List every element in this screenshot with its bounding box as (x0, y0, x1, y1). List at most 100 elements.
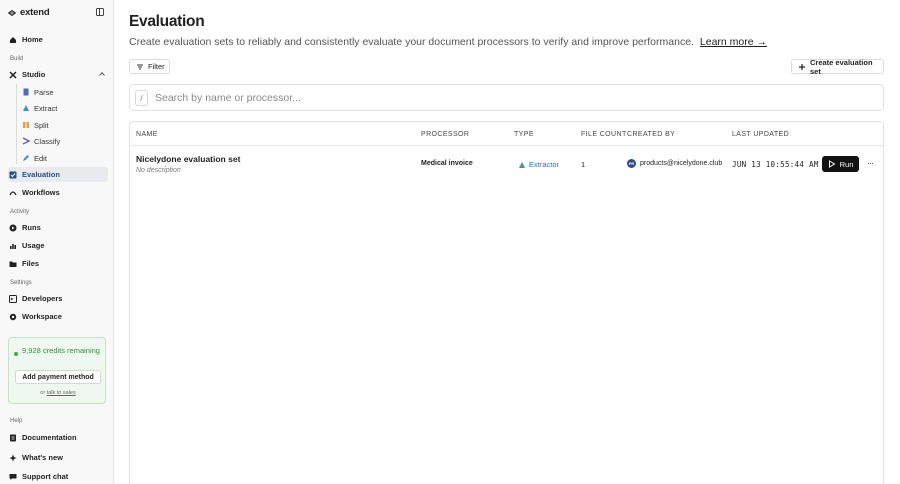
add-payment-method-button[interactable]: Add payment method (15, 370, 101, 384)
studio-item-edit[interactable]: Edit (22, 152, 47, 164)
split-icon (23, 122, 29, 128)
play-icon (828, 160, 836, 168)
row-creator-email: products@nicelydone.club (640, 160, 723, 167)
studio-icon (9, 70, 17, 79)
column-header-processor[interactable]: PROCESSOR (421, 131, 469, 138)
nav-studio-label: Studio (22, 70, 46, 79)
studio-item-label: Classify (34, 136, 61, 146)
filter-icon (137, 64, 143, 69)
studio-item-split[interactable]: Split (22, 119, 49, 131)
extractor-icon (519, 161, 525, 168)
documentation-icon (10, 434, 16, 441)
nav-workflows-label: Workflows (22, 188, 60, 197)
column-header-last-updated[interactable]: LAST UPDATED (732, 131, 789, 138)
brand-name: extend (20, 7, 50, 18)
evaluation-sets-table: NAME PROCESSOR TYPE FILE COUNT CREATED B… (129, 121, 885, 484)
create-label: Create evaluation set (810, 57, 873, 76)
nav-workspace-label: Workspace (22, 312, 62, 321)
studio-item-label: Parse (34, 87, 54, 97)
column-header-type[interactable]: TYPE (514, 131, 534, 138)
edit-icon (23, 155, 29, 161)
nav-usage[interactable]: Usage (8, 238, 108, 253)
run-button[interactable]: Run (822, 156, 859, 172)
chevron-up-icon[interactable] (99, 72, 105, 78)
collapse-sidebar-icon[interactable] (96, 8, 104, 16)
nav-evaluation-label: Evaluation (22, 170, 60, 179)
row-description: No description (136, 167, 181, 174)
search-shortcut-key: / (135, 90, 148, 106)
section-activity: Activity (10, 209, 30, 215)
nav-runs[interactable]: Runs (8, 220, 108, 235)
studio-item-extract[interactable]: Extract (22, 102, 57, 114)
column-header-file-count[interactable]: FILE COUNT (581, 131, 627, 138)
workflows-icon (9, 190, 17, 195)
page-title: Evaluation (129, 13, 205, 30)
talk-to-sales: or talk to sales (9, 390, 107, 396)
nav-workspace[interactable]: Workspace (8, 309, 108, 324)
classify-icon (22, 137, 30, 145)
nav-evaluation[interactable]: Evaluation (8, 167, 108, 182)
nav-documentation[interactable]: Documentation (8, 430, 108, 445)
section-help: Help (10, 418, 23, 424)
section-settings: Settings (10, 280, 32, 286)
studio-item-label: Split (34, 120, 49, 130)
subtitle-text: Create evaluation sets to reliably and c… (129, 36, 694, 48)
home-icon (10, 36, 16, 43)
gear-icon (9, 313, 17, 320)
row-type: Extractor (518, 160, 559, 169)
nav-usage-label: Usage (22, 241, 45, 250)
row-file-count: 1 (581, 160, 586, 169)
nav-support-chat[interactable]: Support chat (8, 469, 108, 484)
credits-remaining: 9,928 credits remaining (22, 346, 100, 355)
learn-more-link[interactable]: Learn more → (700, 36, 767, 48)
usage-icon (10, 243, 16, 249)
nav-home-label: Home (22, 35, 43, 44)
nav-files-label: Files (22, 259, 40, 268)
row-name[interactable]: Nicelydone evaluation set (136, 154, 240, 164)
nav-home[interactable]: Home (8, 32, 108, 47)
studio-tree-line (16, 84, 17, 164)
sparkle-icon (9, 454, 17, 461)
run-label: Run (839, 159, 854, 169)
search-bar[interactable]: / Search by name or processor... (129, 84, 884, 111)
avatar: PR (627, 159, 636, 168)
nav-runs-label: Runs (22, 223, 41, 232)
files-icon (9, 261, 17, 267)
runs-icon (9, 224, 17, 231)
credits-panel: 9,928 credits remaining Add payment meth… (8, 337, 106, 404)
search-input[interactable]: Search by name or processor... (155, 92, 301, 104)
nav-documentation-label: Documentation (22, 433, 77, 442)
column-header-name[interactable]: NAME (136, 131, 158, 138)
row-last-updated: JUN 13 10:55:44 AM (732, 160, 819, 169)
evaluation-icon (9, 171, 17, 178)
sidebar: extend Home Build Studio Parse Extract S… (0, 0, 114, 484)
section-build: Build (10, 56, 24, 62)
chat-icon (9, 473, 17, 480)
nav-support-chat-label: Support chat (22, 472, 69, 481)
header-divider (130, 145, 885, 146)
nav-files[interactable]: Files (8, 256, 108, 271)
parse-icon (23, 88, 29, 96)
studio-item-parse[interactable]: Parse (22, 86, 54, 98)
page-subtitle: Create evaluation sets to reliably and c… (129, 36, 767, 48)
row-type-label: Extractor (529, 160, 560, 169)
nav-developers[interactable]: Developers (8, 291, 108, 306)
plus-icon (799, 63, 805, 70)
nav-studio[interactable]: Studio (8, 67, 108, 82)
brand[interactable]: extend (8, 7, 50, 18)
filter-label: Filter (148, 62, 165, 71)
nav-whats-new[interactable]: What's new (8, 450, 108, 465)
more-options-icon[interactable]: ··· (867, 158, 874, 168)
talk-to-sales-link[interactable]: talk to sales (47, 390, 76, 396)
extract-icon (23, 105, 29, 111)
extend-logo-icon (8, 9, 16, 16)
studio-item-classify[interactable]: Classify (22, 135, 60, 147)
row-processor[interactable]: Medical invoice (421, 160, 473, 167)
filter-button[interactable]: Filter (129, 59, 170, 74)
create-evaluation-set-button[interactable]: Create evaluation set (791, 57, 884, 76)
studio-item-label: Extract (34, 103, 58, 113)
or-text: or (40, 390, 46, 396)
column-header-created-by[interactable]: CREATED BY (627, 131, 675, 138)
nav-whats-new-label: What's new (22, 453, 63, 462)
nav-workflows[interactable]: Workflows (8, 185, 108, 200)
